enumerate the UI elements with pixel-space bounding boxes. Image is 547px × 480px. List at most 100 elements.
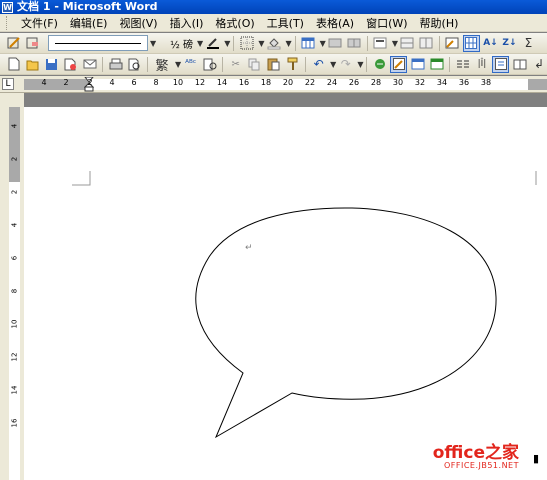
horizontal-ruler[interactable]: L 4 2 2 4 6 8 10 12 14 16 18 20 22 24 26 28 30 32 34 36 38 <box>0 76 547 93</box>
chevron-down-icon[interactable]: ▼ <box>330 60 336 69</box>
toolbar-separator <box>449 56 451 72</box>
traditional-chinese-convert-button[interactable]: 繁 <box>152 56 172 74</box>
ruler-number: 18 <box>260 78 272 87</box>
email-icon[interactable] <box>81 56 98 73</box>
ruler-number: 12 <box>194 78 206 87</box>
print-icon[interactable] <box>107 56 124 73</box>
end-of-document-mark: ▮ <box>533 452 539 465</box>
redo-icon[interactable]: ↷ <box>337 56 354 73</box>
vertical-ruler-number: 2 <box>10 156 19 162</box>
columns-icon[interactable] <box>454 56 471 73</box>
line-style-dropdown[interactable] <box>48 35 148 51</box>
menu-help[interactable]: 帮助(H) <box>414 15 465 31</box>
undo-icon[interactable]: ↶ <box>310 56 327 73</box>
chevron-down-icon[interactable]: ▼ <box>286 39 292 48</box>
line-weight-dropdown[interactable]: ½ 磅 <box>170 36 193 51</box>
ruler-number: 38 <box>480 78 492 87</box>
vertical-ruler-top-margin[interactable] <box>9 107 20 182</box>
ruler-number: 8 <box>153 78 159 87</box>
menu-file[interactable]: 文件(F) <box>15 15 64 31</box>
page-canvas[interactable]: ↵ ▮ <box>24 107 547 480</box>
vertical-ruler-number: 8 <box>10 288 19 294</box>
chevron-down-icon[interactable]: ▼ <box>224 39 230 48</box>
menu-view[interactable]: 视图(V) <box>113 15 163 31</box>
drawing-toolbar-icon[interactable]: |Î| <box>473 56 490 73</box>
menu-bar: 文件(F) 编辑(E) 视图(V) 插入(I) 格式(O) 工具(T) 表格(A… <box>0 14 547 32</box>
toolbar-separator <box>102 56 103 72</box>
permission-icon[interactable] <box>62 56 79 73</box>
spelling-grammar-icon[interactable]: ᴬᴮᶜ <box>182 56 199 73</box>
show-gridlines-icon[interactable] <box>462 34 480 52</box>
cut-icon[interactable]: ✂ <box>227 56 244 73</box>
ruler-right-margin[interactable] <box>528 79 547 90</box>
print-preview-icon[interactable] <box>126 56 143 73</box>
top-left-crop-mark <box>72 171 91 186</box>
split-cells-icon[interactable] <box>346 35 363 52</box>
tables-borders-toggle-icon[interactable] <box>390 55 408 73</box>
chevron-down-icon[interactable]: ▼ <box>150 39 156 48</box>
vertical-ruler-number: 16 <box>10 418 19 428</box>
menu-tools[interactable]: 工具(T) <box>261 15 310 31</box>
paste-icon[interactable] <box>265 56 282 73</box>
reading-layout-icon[interactable] <box>511 56 528 73</box>
research-icon[interactable] <box>201 56 218 73</box>
chevron-down-icon[interactable]: ▼ <box>320 39 326 48</box>
speech-bubble-shape[interactable] <box>195 207 497 439</box>
open-icon[interactable] <box>24 56 41 73</box>
insert-table-icon[interactable] <box>409 56 426 73</box>
chevron-down-icon[interactable]: ▼ <box>175 60 181 69</box>
table-autoformat-icon[interactable] <box>444 35 461 52</box>
ruler-number: 4 <box>109 78 115 87</box>
vertical-ruler-number: 10 <box>10 319 19 329</box>
ruler-number: 4 <box>41 78 47 87</box>
document-map-icon[interactable] <box>492 55 510 73</box>
merge-cells-icon[interactable] <box>327 35 344 52</box>
ruler-number: 28 <box>370 78 382 87</box>
distribute-rows-icon[interactable] <box>399 35 416 52</box>
insert-table-icon[interactable] <box>300 35 317 52</box>
ruler-number: 20 <box>282 78 294 87</box>
menu-window[interactable]: 窗口(W) <box>360 15 413 31</box>
menu-format[interactable]: 格式(O) <box>209 15 260 31</box>
ruler-number: 26 <box>348 78 360 87</box>
word-app-icon: W <box>2 1 13 13</box>
save-icon[interactable] <box>43 56 60 73</box>
menu-edit[interactable]: 编辑(E) <box>64 15 114 31</box>
menu-insert[interactable]: 插入(I) <box>164 15 210 31</box>
ruler-number: 16 <box>238 78 250 87</box>
toolbar-separator <box>222 56 224 72</box>
sort-descending-icon[interactable]: Z↓ <box>501 35 518 52</box>
outside-border-icon[interactable] <box>238 35 255 52</box>
ruler-left-margin[interactable] <box>24 79 90 90</box>
document-area[interactable]: ↵ ▮ <box>24 93 547 480</box>
insert-excel-icon[interactable] <box>428 56 445 73</box>
draw-table-icon[interactable] <box>5 35 22 52</box>
watermark-sub: OFFICE.JB51.NET <box>443 461 519 470</box>
tab-selector[interactable]: L <box>2 78 14 90</box>
sort-ascending-icon[interactable]: A↓ <box>482 35 499 52</box>
chevron-down-icon[interactable]: ▼ <box>258 39 264 48</box>
paragraph-mark: ↵ <box>245 243 253 253</box>
window-title: 文档 1 - Microsoft Word <box>17 0 158 13</box>
shading-color-icon[interactable] <box>266 35 283 52</box>
border-color-icon[interactable] <box>204 35 221 52</box>
autosum-icon[interactable]: Σ <box>520 35 537 52</box>
toolbar-separator <box>366 35 368 51</box>
document-page[interactable]: ↵ ▮ <box>24 107 547 480</box>
new-document-icon[interactable] <box>5 56 22 73</box>
vertical-ruler[interactable]: 4 2 2 4 6 8 10 12 14 16 <box>0 93 24 480</box>
chevron-down-icon[interactable]: ▼ <box>392 39 398 48</box>
distribute-columns-icon[interactable] <box>418 35 435 52</box>
eraser-icon[interactable] <box>24 35 41 52</box>
ruler-number: 30 <box>392 78 404 87</box>
chevron-down-icon[interactable]: ▼ <box>197 39 203 48</box>
hyperlink-icon[interactable] <box>371 56 388 73</box>
align-top-icon[interactable] <box>372 35 389 52</box>
chevron-down-icon[interactable]: ▼ <box>357 60 363 69</box>
show-hide-marks-icon[interactable]: ↲ <box>530 56 547 73</box>
format-painter-icon[interactable] <box>284 56 301 73</box>
menu-grip-handle[interactable] <box>6 15 9 30</box>
menu-table[interactable]: 表格(A) <box>310 15 360 31</box>
toolbar-separator <box>438 35 440 51</box>
copy-icon[interactable] <box>246 56 263 73</box>
